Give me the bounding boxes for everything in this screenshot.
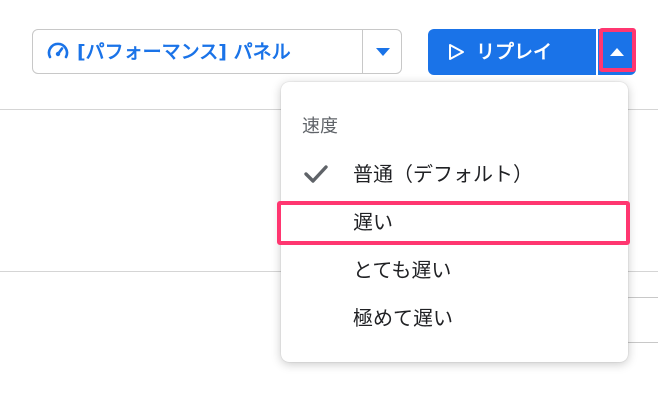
speed-toggle-highlight xyxy=(599,28,636,72)
speed-option-label: 普通（デフォルト） xyxy=(353,162,533,186)
speed-menu-heading: 速度 xyxy=(302,116,338,137)
panel-select-separator xyxy=(362,30,363,73)
speed-option-normal[interactable]: 普通（デフォルト） xyxy=(281,150,628,198)
speed-option-label: とても遅い xyxy=(353,258,452,282)
replay-button[interactable]: リプレイ xyxy=(428,29,596,75)
check-icon xyxy=(304,165,328,183)
partial-button[interactable] xyxy=(624,297,658,343)
speed-option-label: 極めて遅い xyxy=(353,306,453,330)
panel-select-label: [パフォーマンス] パネル xyxy=(77,41,291,63)
replay-button-label: リプレイ xyxy=(476,41,553,63)
play-icon xyxy=(449,44,464,60)
slow-option-highlight xyxy=(277,201,630,245)
speed-option-very-slow[interactable]: とても遅い xyxy=(281,246,628,294)
chevron-down-icon[interactable] xyxy=(373,46,393,58)
gauge-icon xyxy=(47,42,69,59)
panel-select[interactable]: [パフォーマンス] パネル xyxy=(32,29,402,74)
speed-option-extremely-slow[interactable]: 極めて遅い xyxy=(281,294,628,342)
